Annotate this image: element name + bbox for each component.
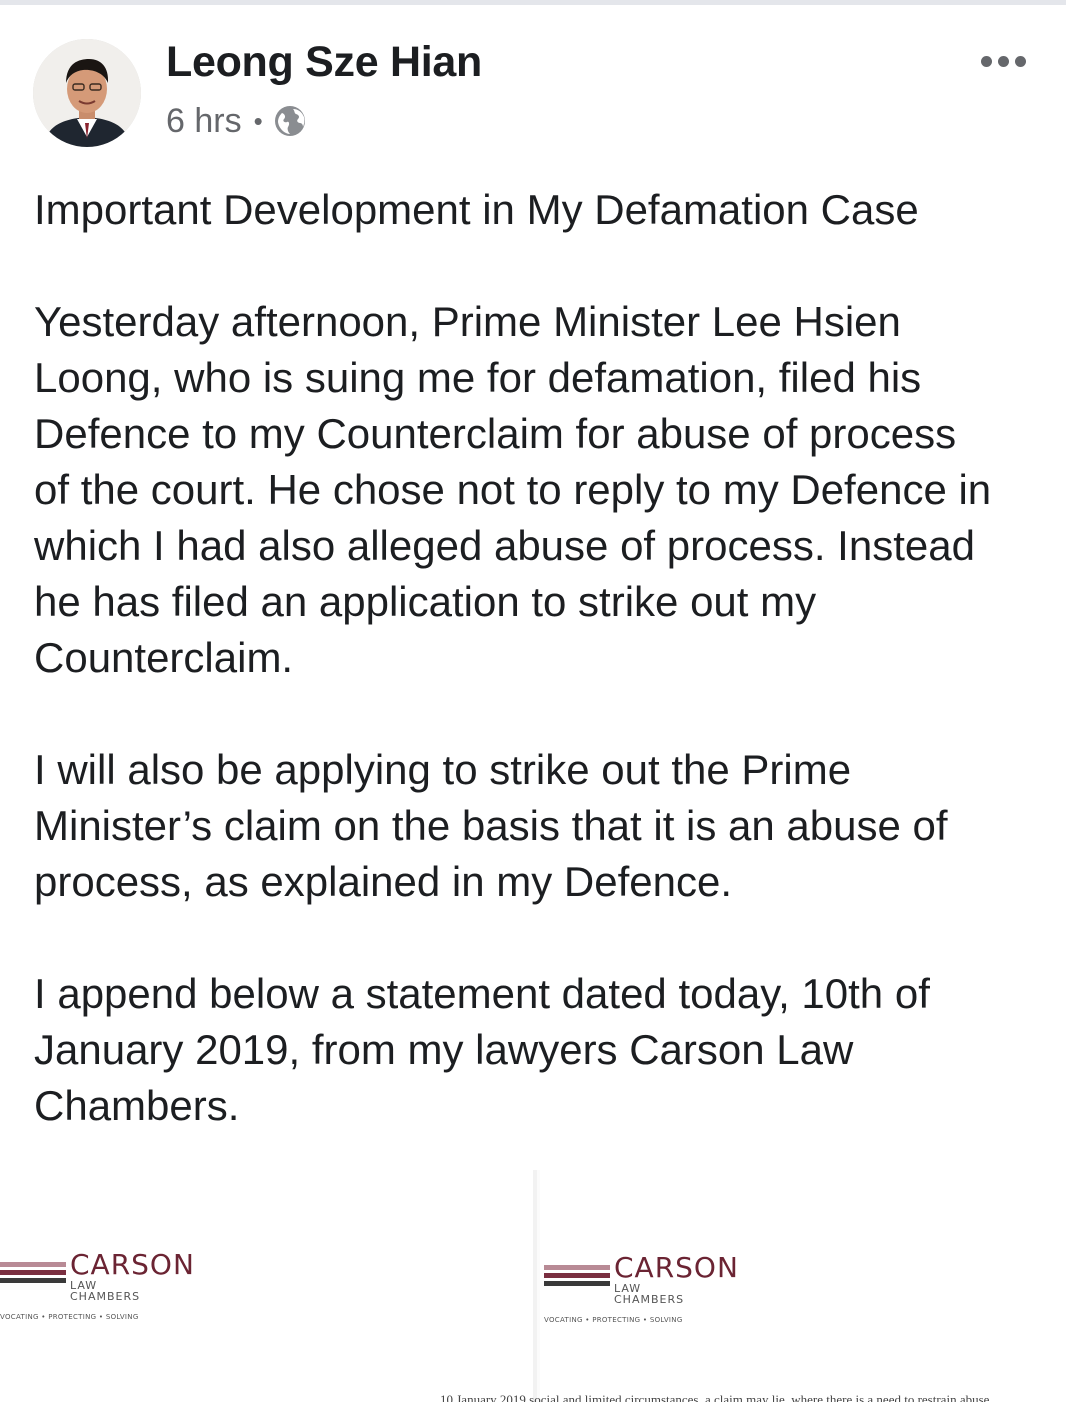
logo-tagline: VOCATING • PROTECTING • SOLVING	[0, 1313, 139, 1321]
logo-stripes	[544, 1265, 610, 1286]
logo-subtitle: CHAMBERS	[70, 1290, 141, 1303]
logo-name: CARSON	[70, 1248, 195, 1281]
document-text-line: 10 January 2019 social and limited circu…	[440, 1392, 990, 1402]
author-name[interactable]: Leong Sze Hian	[166, 38, 482, 87]
avatar-image	[33, 39, 141, 147]
post-paragraph: I will also be applying to strike out th…	[34, 746, 948, 905]
carson-logo: CARSON LAW CHAMBERS	[0, 1250, 195, 1302]
post-paragraph: Yesterday afternoon, Prime Minister Lee …	[34, 298, 992, 681]
logo-name: CARSON	[614, 1251, 739, 1284]
top-divider	[0, 0, 1066, 5]
attachment-image-1[interactable]: CARSON LAW CHAMBERS VOCATING • PROTECTIN…	[0, 1170, 537, 1402]
photo-attachments: CARSON LAW CHAMBERS VOCATING • PROTECTIN…	[0, 1170, 1066, 1402]
post-timestamp[interactable]: 6 hrs	[166, 102, 242, 141]
post-paragraph: I append below a statement dated today, …	[34, 970, 930, 1129]
post-body: Important Development in My Defamation C…	[34, 182, 1044, 1190]
carson-logo: CARSON LAW CHAMBERS	[544, 1253, 739, 1305]
globe-icon	[273, 104, 307, 138]
more-dot	[998, 55, 1009, 67]
logo-stripes	[0, 1262, 66, 1283]
avatar[interactable]	[33, 39, 141, 147]
more-options-button[interactable]	[981, 52, 1031, 70]
attachment-image-2[interactable]: CARSON LAW CHAMBERS VOCATING • PROTECTIN…	[540, 1170, 1066, 1402]
logo-subtitle: CHAMBERS	[614, 1293, 685, 1306]
logo-tagline: VOCATING • PROTECTING • SOLVING	[544, 1316, 683, 1324]
meta-separator: •	[253, 105, 263, 136]
more-dot	[981, 55, 992, 67]
more-dot	[1015, 55, 1026, 67]
post-meta: 6 hrs •	[166, 100, 307, 142]
post-heading: Important Development in My Defamation C…	[34, 186, 919, 233]
